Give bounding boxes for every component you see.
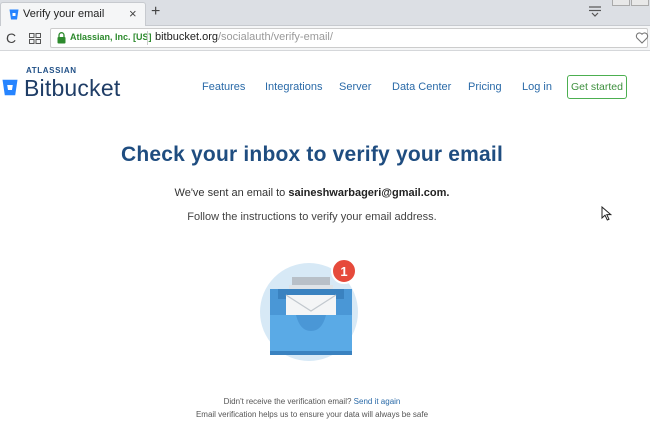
notification-badge: 1 — [331, 258, 357, 284]
resend-prompt: Didn't receive the verification email? S… — [0, 397, 624, 406]
sent-message: We've sent an email to saineshwarbageri@… — [0, 187, 624, 199]
grid-icon[interactable] — [29, 33, 41, 44]
tab-title: Verify your email — [23, 8, 105, 20]
bitbucket-logo[interactable]: ATLASSIAN Bitbucket — [0, 66, 140, 102]
browser-tab-bar: Verify your email × + — [0, 0, 650, 26]
url-path: /socialauth/verify-email/ — [217, 31, 333, 43]
nav-integrations[interactable]: Integrations — [265, 81, 322, 93]
mouse-cursor-icon — [601, 206, 612, 221]
bitbucket-logo-icon — [2, 79, 18, 96]
window-close-button[interactable] — [631, 0, 649, 6]
new-tab-button[interactable]: + — [151, 3, 160, 21]
verification-note: Email verification helps us to ensure yo… — [195, 410, 429, 419]
url-text: bitbucket.org/socialauth/verify-email/ — [155, 31, 333, 43]
window-minimize-button[interactable] — [612, 0, 630, 6]
url-divider — [147, 31, 148, 45]
url-input[interactable]: Atlassian, Inc. [US] bitbucket.org/socia… — [50, 28, 649, 48]
reload-icon[interactable]: C — [6, 30, 16, 46]
atlassian-wordmark: ATLASSIAN — [26, 66, 77, 75]
instructions-text: Follow the instructions to verify your e… — [187, 211, 437, 223]
nav-features[interactable]: Features — [202, 81, 245, 93]
resend-question: Didn't receive the verification email? — [223, 397, 352, 406]
bitbucket-icon — [9, 9, 19, 20]
page-title: Check your inbox to verify your email — [120, 143, 503, 166]
url-domain: bitbucket.org — [155, 31, 218, 43]
badge-count: 1 — [340, 264, 347, 279]
email-address: saineshwarbageri@gmail.com. — [288, 187, 450, 199]
nav-login[interactable]: Log in — [522, 81, 552, 93]
security-label: Atlassian, Inc. [US] — [70, 32, 152, 42]
get-started-button[interactable]: Get started — [567, 75, 627, 99]
bitbucket-wordmark: Bitbucket — [24, 75, 121, 101]
nav-data-center[interactable]: Data Center — [392, 81, 451, 93]
browser-tab-active[interactable]: Verify your email × — [0, 2, 146, 26]
nav-server[interactable]: Server — [339, 81, 371, 93]
resend-link[interactable]: Send it again — [354, 397, 401, 406]
lock-icon — [57, 32, 66, 44]
inbox-tray-icon: 1 — [260, 258, 358, 361]
sent-prefix: We've sent an email to — [174, 187, 286, 199]
address-bar: C Atlassian, Inc. [US] bitbucket.org/soc… — [0, 26, 650, 51]
nav-pricing[interactable]: Pricing — [468, 81, 502, 93]
tab-list-icon[interactable] — [588, 5, 602, 17]
heart-icon[interactable] — [635, 31, 649, 45]
tab-close-icon[interactable]: × — [129, 6, 137, 21]
